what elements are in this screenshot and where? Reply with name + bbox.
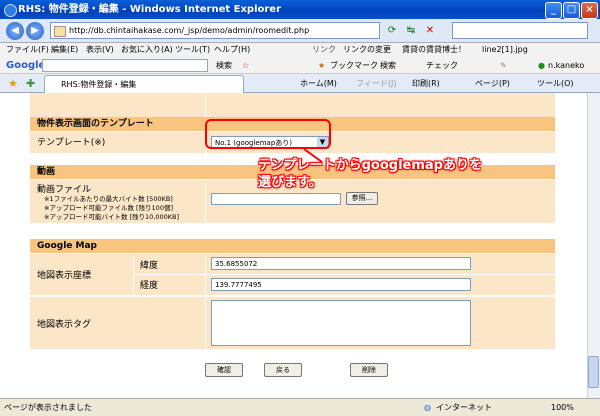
ie-icon <box>4 4 17 17</box>
google-logo: Google <box>6 60 46 71</box>
print-button[interactable]: 印刷(R) <box>412 74 440 93</box>
map-tag-textarea[interactable] <box>211 300 471 346</box>
bookmark-button[interactable]: ブックマーク <box>330 57 378 74</box>
address-field[interactable]: http://db.chintaihakase.com/_jsp/demo/ad… <box>50 22 380 39</box>
menu-view[interactable]: 表示(V) <box>86 43 114 57</box>
annotation-line: 選びます。 <box>258 175 322 190</box>
bookmark-star-icon[interactable]: ☆ <box>242 57 249 74</box>
links-label: リンク <box>312 45 336 54</box>
feed-button[interactable]: フィード(J) <box>356 74 396 93</box>
scrollbar-thumb[interactable] <box>588 356 599 388</box>
google-search-input[interactable] <box>42 59 208 72</box>
address-url: http://db.chintaihakase.com/_jsp/demo/ad… <box>69 26 310 35</box>
favorites-star-icon[interactable]: ★ <box>8 74 18 93</box>
tools-button[interactable]: ツール(O) <box>537 74 574 93</box>
link-item[interactable]: line2[1].jpg <box>482 43 528 57</box>
menu-bar: ファイル(F) 編集(E) 表示(V) お気に入り(A) ツール(T) ヘルプ(… <box>0 43 600 57</box>
video-file-input[interactable] <box>211 193 341 205</box>
tab-bar: ★ ✚ RHS:物件登録・編集 ホーム(M) フィード(J) 印刷(R) ページ… <box>0 74 600 93</box>
map-section-header: Google Map <box>30 239 555 253</box>
home-button[interactable]: ホーム(M) <box>300 74 337 93</box>
latitude-input[interactable]: 35.6855072 <box>211 257 471 270</box>
status-text: ページが表示されました <box>4 403 92 412</box>
menu-favorites[interactable]: お気に入り(A) <box>121 43 173 57</box>
menu-edit[interactable]: 編集(E) <box>51 43 78 57</box>
video-note: ※アップロード可能バイト数 [残り10,000KB] <box>44 213 180 221</box>
google-search2-button[interactable]: 検索 <box>380 57 396 74</box>
previous-row <box>30 93 555 117</box>
google-toolbar: Google 検索 ☆ ★ ブックマーク 検索 チェック ✎ ● n.kanek… <box>0 57 600 74</box>
highlight-box <box>205 119 331 149</box>
map-tag-row: 地図表示タグ <box>30 296 555 350</box>
delete-button[interactable]: 削除 <box>350 363 388 377</box>
map-tag-label: 地図表示タグ <box>37 320 92 330</box>
window-title-bar[interactable]: RHS: 物件登録・編集 - Windows Internet Explorer… <box>0 0 600 19</box>
template-label: テンプレート(※) <box>37 138 106 148</box>
wrench-icon[interactable]: ✎ <box>500 57 507 74</box>
map-coords-row: 地図表示座標 緯度 経度 35.6855072 139.7777495 <box>30 253 555 296</box>
menu-help[interactable]: ヘルプ(H) <box>214 43 250 57</box>
go-icon[interactable]: ↹ <box>404 24 418 38</box>
browse-button[interactable]: 参照... <box>346 192 378 205</box>
link-item[interactable]: リンクの変更 <box>343 43 391 57</box>
refresh-icon[interactable]: ⟳ <box>385 24 399 38</box>
menu-tools[interactable]: ツール(T) <box>175 43 210 57</box>
page-button[interactable]: ページ(P) <box>475 74 510 93</box>
latitude-label: 緯度 <box>140 261 159 271</box>
zone-text: インターネット <box>436 403 492 412</box>
back-form-button[interactable]: 戻る <box>264 363 302 377</box>
maximize-button[interactable]: □ <box>563 2 580 19</box>
tab-current[interactable]: RHS:物件登録・編集 <box>44 75 244 93</box>
forward-button[interactable]: ▶ <box>26 22 44 40</box>
google-search-button[interactable]: 検索 <box>216 57 232 74</box>
link-item[interactable]: 賃貸の賃貸博士！ <box>402 43 466 57</box>
star-icon: ★ <box>318 61 326 70</box>
annotation-line: テンプレートからgooglemapありを <box>258 158 482 173</box>
user-status-icon: ● <box>538 61 545 70</box>
stop-icon[interactable]: ✕ <box>423 24 437 38</box>
internet-zone-icon: ◍ <box>424 403 431 412</box>
user-name[interactable]: n.kaneko <box>548 57 584 74</box>
live-search-input[interactable] <box>452 22 588 39</box>
menu-file[interactable]: ファイル(F) <box>6 43 49 57</box>
address-toolbar: ◀ ▶ http://db.chintaihakase.com/_jsp/dem… <box>0 19 600 43</box>
back-button[interactable]: ◀ <box>6 22 24 40</box>
minimize-button[interactable]: _ <box>545 2 562 19</box>
map-coords-label: 地図表示座標 <box>37 271 92 281</box>
check-button[interactable]: チェック <box>426 57 458 74</box>
longitude-input[interactable]: 139.7777495 <box>211 278 471 291</box>
confirm-button[interactable]: 確認 <box>205 363 243 377</box>
vertical-scrollbar[interactable] <box>587 93 600 398</box>
annotation-callout: テンプレートからgooglemapありを 選びます。 <box>258 157 548 191</box>
page-icon <box>54 26 66 37</box>
window-title: RHS: 物件登録・編集 - Windows Internet Explorer <box>18 4 282 15</box>
add-favorites-icon[interactable]: ✚ <box>26 74 35 93</box>
status-bar: ページが表示されました ◍ インターネット 100% <box>0 398 600 416</box>
tab-title: RHS:物件登録・編集 <box>61 80 137 89</box>
zoom-level[interactable]: 100% <box>551 399 574 416</box>
longitude-label: 経度 <box>140 281 159 291</box>
close-window-button[interactable]: × <box>581 2 598 19</box>
